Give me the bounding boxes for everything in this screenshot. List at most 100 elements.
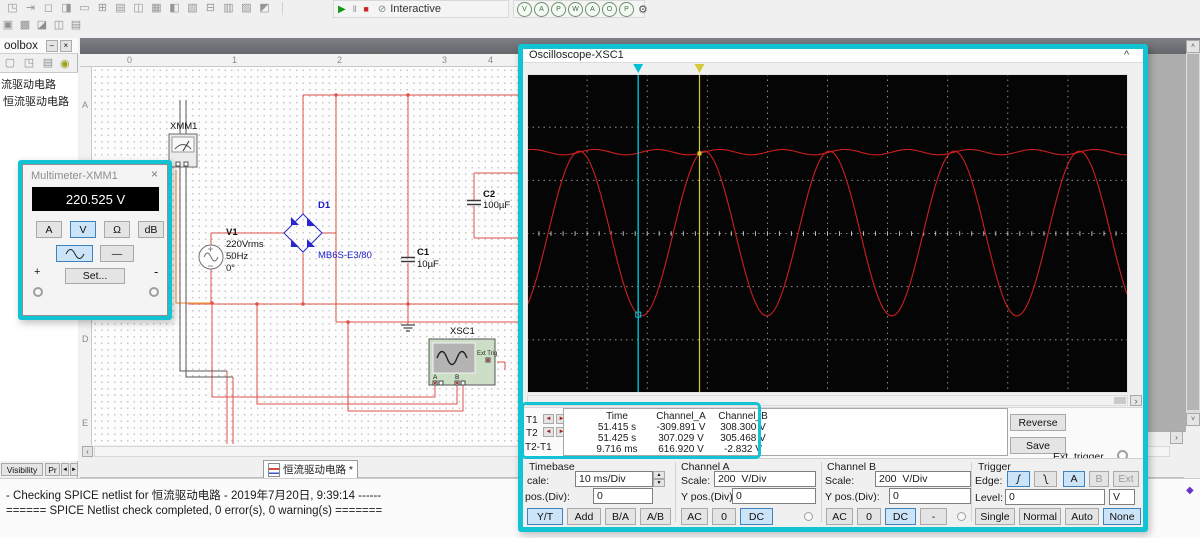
v1-symbol[interactable] (198, 244, 224, 270)
graphic-toolbar-icon[interactable]: ◫ (51, 18, 67, 32)
channel-b-ypos-input[interactable]: 0 (889, 488, 971, 504)
c1-symbol[interactable] (401, 256, 415, 263)
xsc1-refdes[interactable]: XSC1 (450, 326, 475, 337)
graphic-toolbar-icon[interactable]: ▣ (0, 18, 16, 32)
multimeter-close-icon[interactable]: × (151, 167, 158, 181)
channel-b-terminal[interactable] (957, 512, 966, 521)
c2-refdes[interactable]: C2 (483, 189, 495, 200)
tree-item-project[interactable]: 流驱动电路 (0, 73, 78, 92)
toolbox-tab-visibility[interactable]: Visibility (1, 463, 43, 476)
trigger-auto-button[interactable]: Auto (1065, 508, 1099, 525)
component-toolbar-icon[interactable]: ▦ (148, 1, 165, 16)
trigger-source-b-button[interactable]: B (1089, 471, 1109, 487)
hscroll-left-button[interactable]: ‹ (82, 446, 93, 457)
channel-b-dc-button[interactable]: DC (885, 508, 916, 525)
ab-mode-button[interactable]: A/B (640, 508, 671, 525)
c1-refdes[interactable]: C1 (417, 247, 429, 258)
trigger-level-unit[interactable]: V (1109, 489, 1135, 505)
vscroll-thumb[interactable] (1187, 54, 1199, 410)
multimeter-ac-mode-button[interactable] (56, 245, 93, 262)
pause-simulation-button[interactable]: ‖ (353, 4, 357, 14)
component-toolbar-icon[interactable]: ▧ (184, 1, 201, 16)
xmm1-refdes[interactable]: XMM1 (170, 121, 197, 132)
timebase-scale-down-button[interactable]: ▼ (653, 479, 665, 487)
toolbox-tab-scroll-right[interactable]: ► (70, 463, 78, 476)
graphic-toolbar-icon[interactable]: ◪ (34, 18, 50, 32)
probe-settings-gear-icon[interactable]: ⚙ (638, 3, 648, 16)
channel-b-zero-button[interactable]: 0 (857, 508, 881, 525)
d1-bridge-symbol[interactable] (283, 213, 323, 253)
scope-plot[interactable] (527, 63, 1128, 393)
v1-refdes[interactable]: V1 (226, 227, 238, 238)
toolbox-close-button[interactable]: × (59, 39, 72, 52)
scope-hscroll-right-button[interactable]: › (1130, 395, 1142, 406)
trigger-normal-button[interactable]: Normal (1019, 508, 1061, 525)
component-toolbar-icon[interactable]: ◳ (4, 1, 21, 16)
component-toolbar-icon[interactable]: ◫ (130, 1, 147, 16)
probe-icon[interactable]: V (517, 1, 532, 17)
scope-hscroll-thumb[interactable] (1114, 397, 1126, 404)
trigger-rising-edge-button[interactable]: ʃ (1007, 471, 1030, 487)
scope-hscroll-track[interactable] (527, 395, 1128, 406)
component-toolbar-icon[interactable]: ◻ (40, 1, 57, 16)
sheet-tab-active[interactable]: 恒流驱动电路 * (263, 460, 358, 478)
trigger-none-button[interactable]: None (1103, 508, 1141, 525)
multimeter-resistance-button[interactable]: Ω (104, 221, 130, 238)
component-toolbar-icon[interactable]: ▤ (112, 1, 129, 16)
toolbox-titlebar[interactable]: oolbox – × (0, 38, 78, 54)
xmm1-symbol[interactable] (168, 133, 198, 168)
probe-icon[interactable]: P (619, 1, 634, 17)
channel-b-minus-button[interactable]: - (920, 508, 947, 525)
log-corner-icon[interactable]: ◆ (1186, 485, 1194, 496)
trigger-falling-edge-button[interactable]: ʃ (1034, 471, 1057, 487)
channel-a-ypos-input[interactable]: 0 (732, 488, 816, 504)
trigger-source-a-button[interactable]: A (1063, 471, 1085, 487)
yt-mode-button[interactable]: Y/T (527, 508, 563, 525)
component-toolbar-icon[interactable]: ▭ (76, 1, 93, 16)
hscroll-right-button[interactable]: › (1170, 431, 1183, 444)
d1-refdes[interactable]: D1 (318, 200, 330, 211)
component-toolbar-icon[interactable]: ◩ (256, 1, 273, 16)
toolbox-minimize-button[interactable]: – (45, 39, 58, 52)
channel-b-scale-input[interactable]: 200 V/Div (875, 471, 971, 487)
interactive-analysis-dropdown[interactable]: Interactive (390, 3, 441, 15)
component-toolbar-icon[interactable]: ▨ (238, 1, 255, 16)
ba-mode-button[interactable]: B/A (605, 508, 636, 525)
component-toolbar-icon[interactable]: ◧ (166, 1, 183, 16)
reverse-button[interactable]: Reverse (1010, 414, 1066, 431)
multimeter-plus-terminal[interactable] (33, 287, 43, 297)
channel-a-terminal[interactable] (804, 512, 813, 521)
wire-red[interactable] (188, 94, 521, 444)
trigger-single-button[interactable]: Single (975, 508, 1015, 525)
probe-icon[interactable]: P (551, 1, 566, 17)
toolbox-toolbar-icon[interactable]: ◳ (21, 56, 37, 70)
timebase-xpos-input[interactable]: 0 (593, 488, 653, 504)
xsc1-symbol[interactable]: A B (428, 338, 496, 386)
multimeter-set-button[interactable]: Set... (65, 268, 125, 284)
d1-part-number[interactable]: MB6S-E3/80 (318, 250, 372, 261)
toolbox-refresh-icon[interactable]: ◉ (60, 57, 70, 70)
graphic-toolbar-icon[interactable]: ▤ (68, 18, 84, 32)
trigger-level-input[interactable]: 0 (1005, 489, 1105, 505)
ground-symbol[interactable] (401, 324, 415, 332)
run-simulation-button[interactable]: ▶ (338, 4, 346, 15)
toolbox-toolbar-icon[interactable]: ▤ (40, 56, 56, 70)
wire-orange[interactable] (175, 170, 212, 304)
vscroll-down-button[interactable]: ˅ (1186, 413, 1200, 426)
probe-icon[interactable]: O (602, 1, 617, 17)
multimeter-voltage-button[interactable]: V (70, 221, 96, 238)
channel-a-scale-input[interactable]: 200 V/Div (714, 471, 816, 487)
channel-a-dc-button[interactable]: DC (740, 508, 773, 525)
oscilloscope-collapse-icon[interactable]: ^ (1124, 49, 1129, 61)
multimeter-title[interactable]: Multimeter-XMM1 (31, 170, 118, 182)
channel-a-ac-button[interactable]: AC (681, 508, 708, 525)
graphic-toolbar-icon[interactable]: ▩ (17, 18, 33, 32)
component-toolbar-icon[interactable]: ▥ (220, 1, 237, 16)
probe-icon[interactable]: A (534, 1, 549, 17)
component-toolbar-icon[interactable]: ⊞ (94, 1, 111, 16)
multimeter-minus-terminal[interactable] (149, 287, 159, 297)
timebase-scale-input[interactable]: 10 ms/Div (575, 471, 653, 487)
component-toolbar-icon[interactable]: ⇥ (22, 1, 39, 16)
stop-simulation-button[interactable]: ■ (363, 4, 368, 14)
tree-item-sheet[interactable]: 恒流驱动电路 (0, 92, 78, 109)
